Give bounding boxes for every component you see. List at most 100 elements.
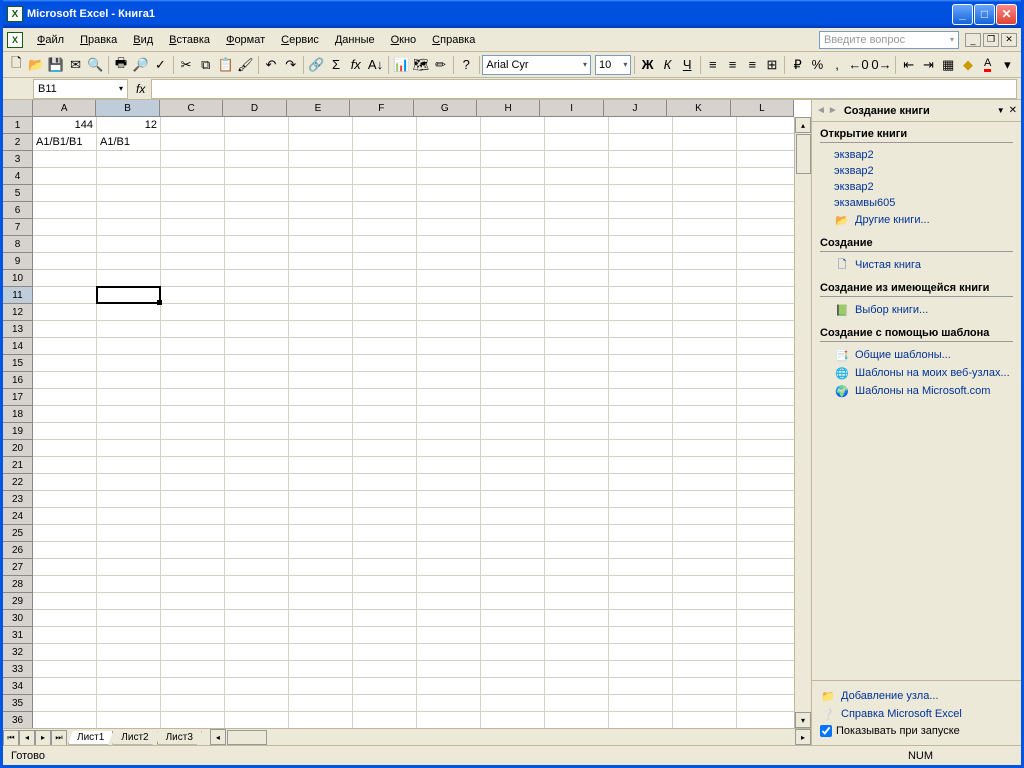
cell-G7[interactable]	[417, 219, 481, 236]
cell-C27[interactable]	[161, 559, 225, 576]
cell-K14[interactable]	[673, 338, 737, 355]
cell-A30[interactable]	[33, 610, 97, 627]
cell-L8[interactable]	[737, 236, 801, 253]
cell-K12[interactable]	[673, 304, 737, 321]
cell-A10[interactable]	[33, 270, 97, 287]
italic-icon[interactable]: К	[658, 54, 677, 76]
cell-H32[interactable]	[481, 644, 545, 661]
row-header-7[interactable]: 7	[3, 219, 33, 236]
cell-F26[interactable]	[353, 542, 417, 559]
row-header-23[interactable]: 23	[3, 491, 33, 508]
mail-icon[interactable]: ✉	[66, 54, 85, 76]
cell-D15[interactable]	[225, 355, 289, 372]
cell-E15[interactable]	[289, 355, 353, 372]
col-header-B[interactable]: B	[96, 100, 159, 117]
cell-H30[interactable]	[481, 610, 545, 627]
cell-A13[interactable]	[33, 321, 97, 338]
cell-G13[interactable]	[417, 321, 481, 338]
col-header-C[interactable]: C	[160, 100, 223, 117]
cell-G28[interactable]	[417, 576, 481, 593]
undo-icon[interactable]: ↶	[262, 54, 281, 76]
cell-I4[interactable]	[545, 168, 609, 185]
cell-F32[interactable]	[353, 644, 417, 661]
cell-K16[interactable]	[673, 372, 737, 389]
cell-E17[interactable]	[289, 389, 353, 406]
cell-E29[interactable]	[289, 593, 353, 610]
cell-K13[interactable]	[673, 321, 737, 338]
cell-A17[interactable]	[33, 389, 97, 406]
row-header-2[interactable]: 2	[3, 134, 33, 151]
cell-E5[interactable]	[289, 185, 353, 202]
cell-C23[interactable]	[161, 491, 225, 508]
cell-I23[interactable]	[545, 491, 609, 508]
font-size-combo[interactable]: 10▾	[595, 55, 631, 75]
cell-F21[interactable]	[353, 457, 417, 474]
cell-I10[interactable]	[545, 270, 609, 287]
row-header-1[interactable]: 1	[3, 117, 33, 134]
cell-H14[interactable]	[481, 338, 545, 355]
cell-J21[interactable]	[609, 457, 673, 474]
cell-E18[interactable]	[289, 406, 353, 423]
cell-G8[interactable]	[417, 236, 481, 253]
cell-H10[interactable]	[481, 270, 545, 287]
cell-I29[interactable]	[545, 593, 609, 610]
cell-I27[interactable]	[545, 559, 609, 576]
scroll-up-icon[interactable]: ▴	[795, 117, 811, 133]
cell-K35[interactable]	[673, 695, 737, 712]
cell-H2[interactable]	[481, 134, 545, 151]
cell-B17[interactable]	[97, 389, 161, 406]
cell-F34[interactable]	[353, 678, 417, 695]
cell-B27[interactable]	[97, 559, 161, 576]
merge-icon[interactable]: ⊞	[763, 54, 782, 76]
cell-C32[interactable]	[161, 644, 225, 661]
cell-E25[interactable]	[289, 525, 353, 542]
cell-K34[interactable]	[673, 678, 737, 695]
cell-G14[interactable]	[417, 338, 481, 355]
cell-D11[interactable]	[225, 287, 289, 304]
cell-J22[interactable]	[609, 474, 673, 491]
cell-B4[interactable]	[97, 168, 161, 185]
cell-I28[interactable]	[545, 576, 609, 593]
cell-J20[interactable]	[609, 440, 673, 457]
cell-E6[interactable]	[289, 202, 353, 219]
hyperlink-icon[interactable]: 🔗	[307, 54, 326, 76]
print-icon[interactable]: 🖶	[112, 54, 131, 76]
cell-F23[interactable]	[353, 491, 417, 508]
cell-G23[interactable]	[417, 491, 481, 508]
cell-G3[interactable]	[417, 151, 481, 168]
cell-L7[interactable]	[737, 219, 801, 236]
cell-F29[interactable]	[353, 593, 417, 610]
menu-правка[interactable]: Правка	[72, 32, 125, 48]
cell-I15[interactable]	[545, 355, 609, 372]
row-header-21[interactable]: 21	[3, 457, 33, 474]
name-box[interactable]: B11▾	[33, 79, 128, 99]
cell-L13[interactable]	[737, 321, 801, 338]
cell-D12[interactable]	[225, 304, 289, 321]
cell-I16[interactable]	[545, 372, 609, 389]
cell-D34[interactable]	[225, 678, 289, 695]
cell-I7[interactable]	[545, 219, 609, 236]
cell-K25[interactable]	[673, 525, 737, 542]
cell-G18[interactable]	[417, 406, 481, 423]
cell-I35[interactable]	[545, 695, 609, 712]
cell-H16[interactable]	[481, 372, 545, 389]
cell-F6[interactable]	[353, 202, 417, 219]
cell-J30[interactable]	[609, 610, 673, 627]
cell-J9[interactable]	[609, 253, 673, 270]
cell-G15[interactable]	[417, 355, 481, 372]
cell-A7[interactable]	[33, 219, 97, 236]
cell-H26[interactable]	[481, 542, 545, 559]
cell-F25[interactable]	[353, 525, 417, 542]
cell-A15[interactable]	[33, 355, 97, 372]
cell-H22[interactable]	[481, 474, 545, 491]
cell-B15[interactable]	[97, 355, 161, 372]
cell-L26[interactable]	[737, 542, 801, 559]
cell-C17[interactable]	[161, 389, 225, 406]
cell-A1[interactable]: 144	[33, 117, 97, 134]
cell-L33[interactable]	[737, 661, 801, 678]
cell-F35[interactable]	[353, 695, 417, 712]
cell-G2[interactable]	[417, 134, 481, 151]
cell-A20[interactable]	[33, 440, 97, 457]
cell-B7[interactable]	[97, 219, 161, 236]
cell-F10[interactable]	[353, 270, 417, 287]
